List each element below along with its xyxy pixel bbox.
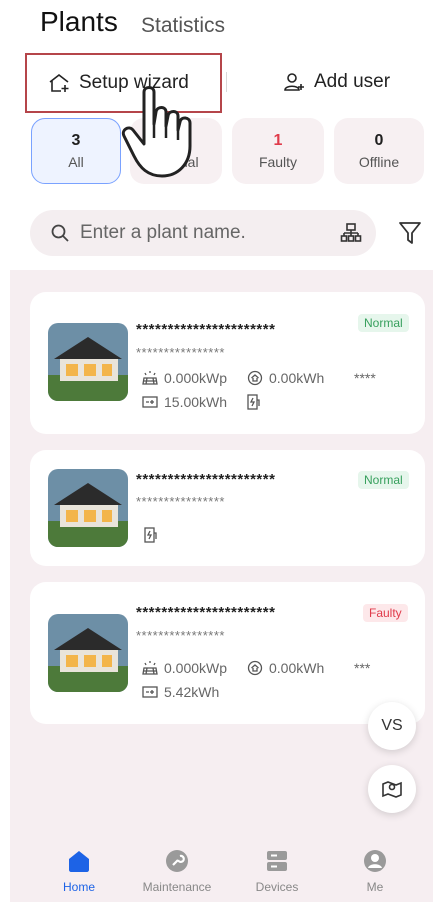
nav-devices-label: Devices — [255, 880, 299, 894]
extra-stat: **** — [354, 370, 376, 386]
energy-house-icon — [247, 370, 263, 386]
pointer-hand-icon — [121, 86, 192, 178]
map-pin-icon — [382, 781, 402, 798]
plant-name: ********************** — [136, 321, 276, 338]
capacity-value: 0.000kWp — [164, 660, 228, 676]
solar-panel-icon — [142, 661, 158, 675]
filter-faulty-label: Faulty — [258, 154, 298, 170]
organization-icon[interactable] — [340, 222, 362, 244]
plant-name: ********************** — [136, 471, 276, 488]
status-badge: Normal — [358, 314, 409, 332]
add-user-button[interactable]: Add user — [282, 70, 390, 94]
map-button[interactable] — [368, 765, 416, 813]
plant-id: **************** — [136, 628, 225, 643]
filter-offline[interactable]: 0 Offline — [334, 118, 424, 184]
plant-search-input[interactable]: Enter a plant name. — [30, 210, 376, 256]
plant-thumbnail — [48, 469, 128, 547]
plant-id: **************** — [136, 494, 225, 509]
add-user-icon — [284, 73, 304, 91]
energy-stat: 0.00kWh — [247, 660, 324, 676]
user-icon — [364, 850, 386, 872]
plant-thumbnail — [48, 614, 128, 692]
filter-faulty-count: 1 — [273, 132, 283, 149]
plant-thumbnail — [48, 323, 128, 401]
nav-me-label: Me — [366, 880, 384, 894]
action-divider — [226, 72, 227, 92]
filter-all-count: 3 — [71, 132, 81, 149]
filter-icon[interactable] — [398, 220, 422, 246]
capacity-value: 0.000kWp — [164, 370, 228, 386]
plant-id: **************** — [136, 345, 225, 360]
house-plus-icon — [49, 73, 69, 92]
battery-icon — [142, 396, 158, 408]
plant-name: ********************** — [136, 604, 276, 621]
vs-button[interactable]: VS — [368, 702, 416, 750]
extra-stat: *** — [354, 660, 371, 676]
nav-maintenance-label: Maintenance — [142, 880, 212, 894]
filter-all-label: All — [68, 154, 84, 170]
home-icon — [69, 851, 89, 872]
statistics-tab[interactable]: Statistics — [141, 14, 225, 38]
storage-value: 5.42kWh — [164, 684, 220, 700]
capacity-stat: 0.000kWp — [142, 660, 227, 676]
energy-value: 0.00kWh — [269, 370, 325, 386]
battery-icon — [142, 686, 158, 698]
search-placeholder: Enter a plant name. — [80, 222, 246, 243]
page-title: Plants — [40, 6, 118, 37]
wrench-icon — [166, 850, 188, 872]
status-badge: Faulty — [363, 604, 408, 622]
charger-icon — [247, 394, 260, 410]
storage-stat: 15.00kWh — [142, 394, 227, 410]
charger-icon — [144, 527, 157, 543]
filter-faulty[interactable]: 1 Faulty — [232, 118, 324, 184]
devices-icon — [267, 851, 287, 871]
capacity-stat: 0.000kWp — [142, 370, 227, 386]
energy-stat: 0.00kWh — [247, 370, 324, 386]
nav-me[interactable]: Me — [330, 848, 420, 894]
filter-offline-label: Offline — [358, 154, 400, 170]
storage-value: 15.00kWh — [164, 394, 228, 410]
nav-home[interactable]: Home — [34, 848, 124, 894]
filter-offline-count: 0 — [374, 132, 384, 149]
storage-stat: 5.42kWh — [142, 684, 219, 700]
search-icon — [51, 224, 69, 242]
nav-home-label: Home — [62, 880, 95, 894]
energy-value: 0.00kWh — [269, 660, 325, 676]
filter-all[interactable]: 3 All — [31, 118, 121, 184]
status-badge: Normal — [358, 471, 409, 489]
solar-panel-icon — [142, 371, 158, 385]
energy-house-icon — [247, 660, 263, 676]
nav-maintenance[interactable]: Maintenance — [132, 848, 222, 894]
add-user-label: Add user — [314, 71, 391, 92]
nav-devices[interactable]: Devices — [232, 848, 322, 894]
